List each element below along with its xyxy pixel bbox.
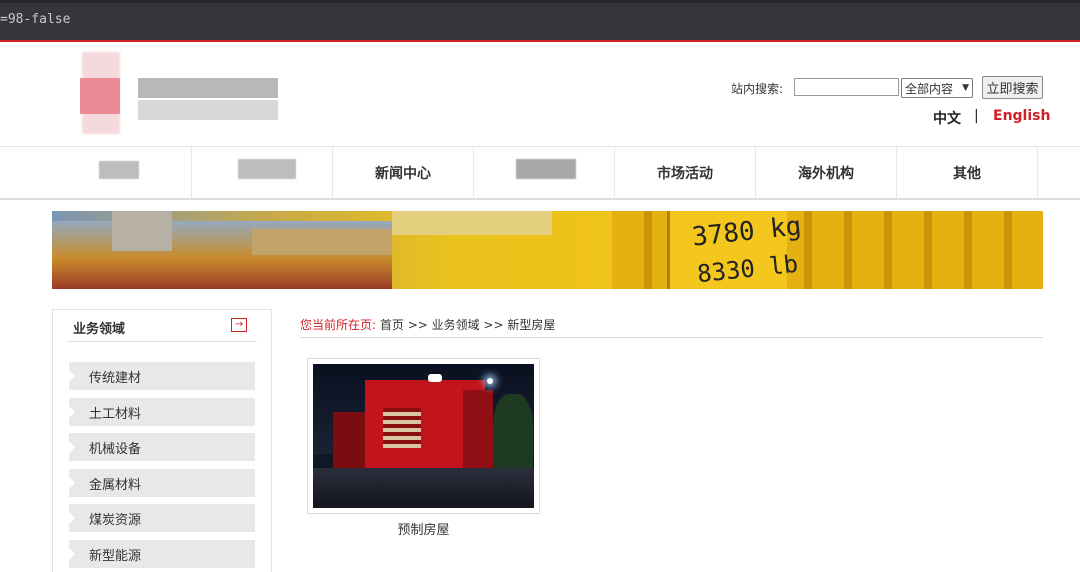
browser-top-bar: =98-false — [0, 0, 1080, 40]
lang-separator: | — [974, 108, 979, 124]
nav-item-blurred-2[interactable] — [192, 147, 333, 199]
browser-tab-edge — [0, 0, 1080, 3]
chevron-down-icon: ▼ — [962, 83, 969, 93]
sidebar-item-new-energy[interactable]: 新型能源 — [69, 540, 255, 568]
nav-item-label: 新闻中心 — [375, 166, 431, 182]
banner-blur — [252, 229, 392, 255]
sidebar-item-traditional-materials[interactable]: 传统建材 — [69, 362, 255, 390]
nav-item-other[interactable]: 其他 — [897, 147, 1038, 199]
search-label: 站内搜索: — [731, 82, 784, 96]
breadcrumb-divider — [300, 337, 1043, 338]
sidebar-item-label: 机械设备 — [89, 441, 142, 457]
nav-item-business-blurred[interactable] — [474, 147, 615, 199]
photo-building-left — [333, 412, 367, 472]
product-caption[interactable]: 预制房屋 — [307, 519, 540, 538]
product-photo[interactable] — [313, 364, 534, 508]
nav-item-label: 海外机构 — [798, 166, 854, 182]
nav-blur-3 — [516, 159, 576, 179]
search-input[interactable] — [794, 78, 899, 96]
photo-tree — [493, 394, 533, 474]
logo-mark — [80, 78, 120, 114]
nav-item-blurred-1[interactable] — [51, 147, 192, 199]
arrow-right-icon[interactable]: → — [231, 318, 247, 332]
photo-building-right — [463, 390, 493, 470]
nav-item-label: 市场活动 — [657, 166, 713, 182]
nav-item-market[interactable]: 市场活动 — [615, 147, 756, 199]
search-scope-value: 全部内容 — [905, 81, 954, 96]
nav-item-news[interactable]: 新闻中心 — [333, 147, 474, 199]
browser-url-text[interactable]: =98-false — [0, 12, 70, 27]
page-banner: 3780 kg 8330 lb — [52, 211, 1043, 289]
product-card[interactable] — [307, 358, 540, 514]
sidebar-item-metal-materials[interactable]: 金属材料 — [69, 469, 255, 497]
photo-street-light — [487, 378, 493, 384]
photo-building-logo — [428, 374, 442, 382]
breadcrumb-path[interactable]: 首页 >> 业务领域 >> 新型房屋 — [380, 318, 555, 332]
main-nav: 新闻中心 市场活动 海外机构 其他 — [0, 146, 1080, 200]
sidebar-item-coal[interactable]: 煤炭资源 — [69, 504, 255, 532]
search-button[interactable]: 立即搜索 — [982, 76, 1043, 99]
nav-blur-1 — [99, 161, 139, 179]
nav-item-label: 其他 — [953, 166, 981, 182]
sidebar-item-label: 传统建材 — [89, 370, 142, 386]
search-scope-select[interactable]: 全部内容 ▼ — [901, 78, 973, 98]
logo-text-blur — [138, 78, 278, 98]
sidebar-item-label: 金属材料 — [89, 477, 142, 493]
sidebar-item-label: 土工材料 — [89, 406, 142, 422]
sidebar-item-label: 新型能源 — [89, 548, 142, 564]
sidebar-divider — [67, 341, 257, 342]
breadcrumb-lead: 您当前所在页: — [300, 318, 377, 332]
header-accent-line — [0, 40, 1080, 42]
banner-blur — [112, 211, 172, 251]
nav-blur-2 — [238, 159, 296, 179]
breadcrumb: 您当前所在页: 首页 >> 业务领域 >> 新型房屋 — [300, 316, 555, 333]
sidebar-item-machinery[interactable]: 机械设备 — [69, 433, 255, 461]
photo-road — [313, 468, 534, 508]
photo-windows — [383, 408, 421, 448]
lang-chinese-link[interactable]: 中文 — [933, 108, 961, 128]
site-logo[interactable] — [78, 48, 298, 138]
logo-subtext-blur — [138, 100, 278, 120]
sidebar: 业务领域 → 传统建材 土工材料 机械设备 金属材料 煤炭资源 新型能源 — [52, 309, 272, 572]
banner-blur — [392, 211, 552, 235]
sidebar-item-geo-materials[interactable]: 土工材料 — [69, 398, 255, 426]
sidebar-title: 业务领域 — [73, 322, 126, 337]
sidebar-item-label: 煤炭资源 — [89, 512, 142, 528]
lang-english-link[interactable]: English — [993, 108, 1050, 124]
nav-item-overseas[interactable]: 海外机构 — [756, 147, 897, 199]
